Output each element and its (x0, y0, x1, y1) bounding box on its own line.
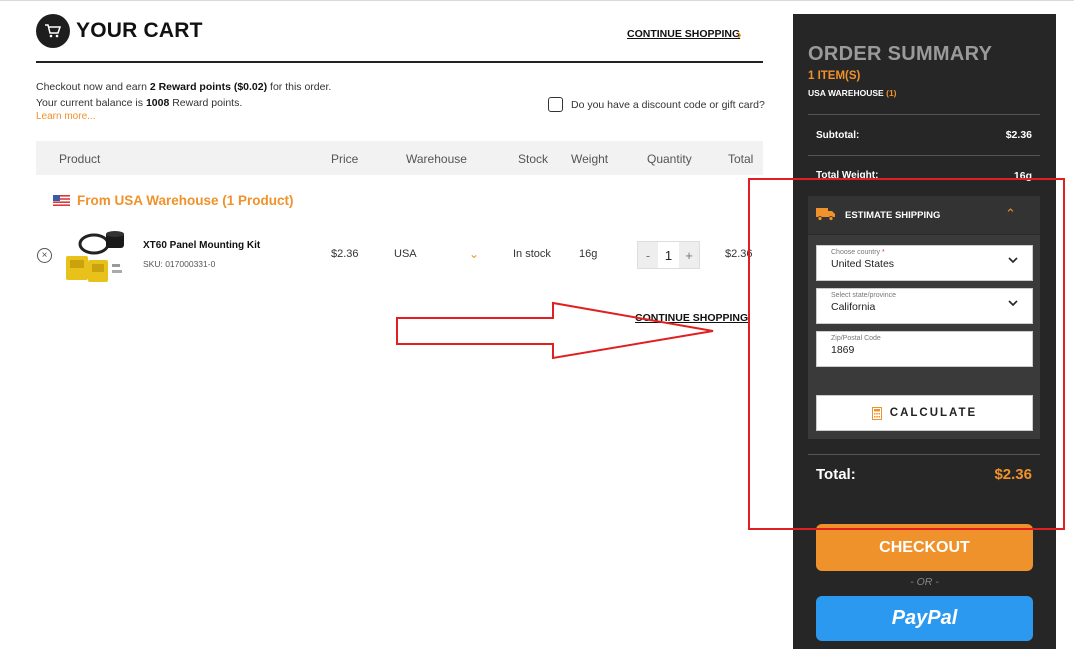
product-stock: In stock (513, 248, 551, 260)
chevron-right-icon: › (737, 26, 742, 42)
country-select[interactable]: Choose country * United States (816, 245, 1033, 281)
zip-field[interactable]: Zip/Postal Code 1869 (816, 331, 1033, 367)
subtotal-value: $2.36 (1005, 129, 1032, 141)
qty-value[interactable]: 1 (658, 242, 679, 268)
calculate-label: CALCULATE (889, 407, 978, 419)
item-count: 1 ITEM(S) (808, 70, 861, 82)
total-value: $2.36 (994, 466, 1032, 483)
truck-icon (816, 208, 835, 221)
cart-icon (36, 14, 70, 48)
zip-label: Zip/Postal Code (831, 335, 881, 342)
state-label: Select state/province (831, 292, 896, 299)
order-summary-title: ORDER SUMMARY (808, 43, 993, 65)
reward-info: Checkout now and earn 2 Reward points ($… (36, 81, 332, 109)
calculator-icon (871, 406, 882, 420)
summary-warehouse: USA WAREHOUSE (1) (808, 88, 897, 98)
estimate-shipping-title[interactable]: ESTIMATE SHIPPING (845, 210, 940, 221)
warehouse-select[interactable]: USA (394, 248, 417, 260)
country-value: United States (831, 258, 895, 270)
calculate-button[interactable]: CALCULATE (816, 395, 1033, 431)
product-weight: 16g (579, 248, 598, 260)
chevron-down-icon (1008, 300, 1018, 307)
total-weight-label: Total Weight: (816, 170, 879, 181)
annotation-arrow-icon (396, 301, 714, 360)
discount-label: Do you have a discount code or gift card… (571, 99, 765, 111)
learn-more-link[interactable]: Learn more... (36, 111, 95, 122)
product-total: $2.36 (725, 248, 753, 260)
summary-divider (808, 454, 1040, 455)
checkout-button[interactable]: CHECKOUT (816, 524, 1033, 571)
col-price: Price (331, 152, 359, 166)
continue-shopping-link[interactable]: CONTINUE SHOPPING (627, 28, 740, 40)
product-name[interactable]: XT60 Panel Mounting Kit (143, 240, 260, 251)
product-sku: SKU: 017000331-0 (143, 259, 216, 269)
col-quantity: Quantity (647, 152, 692, 166)
product-image (66, 231, 124, 282)
col-weight: Weight (571, 152, 609, 166)
quantity-stepper[interactable]: - 1 + (637, 241, 700, 269)
qty-decrease-button[interactable]: - (638, 242, 658, 268)
top-divider (0, 0, 1074, 1)
state-value: California (831, 301, 876, 313)
chevron-down-icon[interactable]: ⌄ (469, 247, 479, 261)
warehouse-group-label: From USA Warehouse (1 Product) (77, 193, 294, 208)
col-warehouse: Warehouse (406, 152, 467, 166)
or-separator: - OR - (910, 576, 939, 588)
page-title: YOUR CART (76, 19, 203, 42)
col-total: Total (728, 152, 754, 166)
remove-item-icon[interactable]: × (37, 248, 52, 263)
continue-shopping-bottom-link[interactable]: CONTINUE SHOPPING (635, 312, 748, 324)
subtotal-label: Subtotal: (816, 130, 860, 141)
country-label: Choose country * (831, 249, 885, 256)
summary-divider (808, 155, 1040, 156)
qty-increase-button[interactable]: + (679, 242, 699, 268)
discount-checkbox[interactable] (548, 97, 563, 112)
total-label: Total: (816, 466, 856, 483)
chevron-down-icon (1008, 257, 1018, 264)
paypal-button[interactable]: PayPal (816, 596, 1033, 641)
us-flag-icon (53, 195, 70, 206)
zip-value: 1869 (831, 344, 855, 356)
header-divider (36, 61, 763, 63)
summary-divider (808, 114, 1040, 115)
state-select[interactable]: Select state/province California (816, 288, 1033, 324)
col-product: Product (59, 152, 101, 166)
total-weight-value: 16g (1013, 170, 1032, 182)
product-price: $2.36 (331, 248, 359, 260)
col-stock: Stock (518, 152, 549, 166)
chevron-up-icon[interactable]: ⌃ (1005, 206, 1016, 222)
